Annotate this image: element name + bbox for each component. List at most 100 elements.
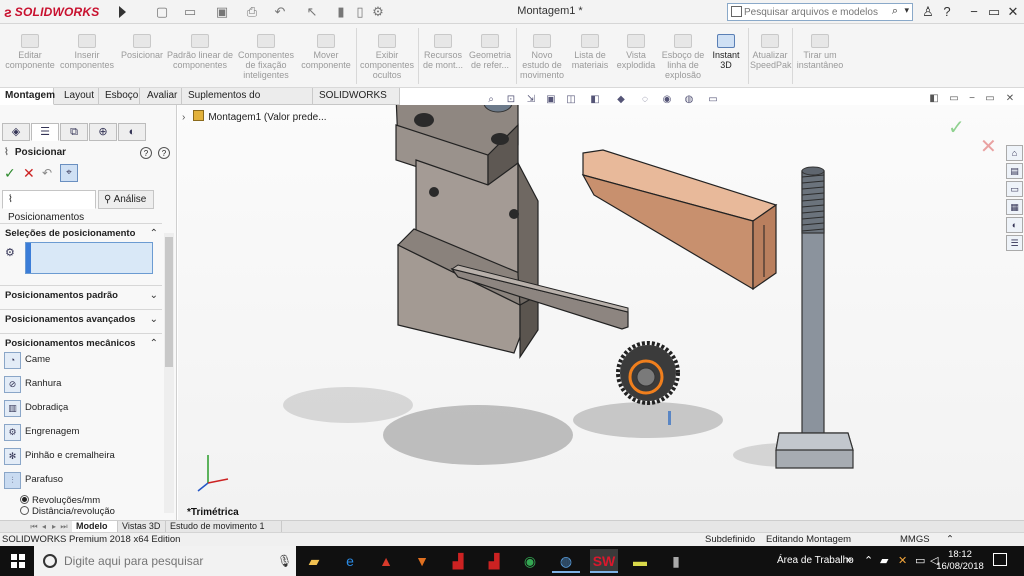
undo-button[interactable]: ↶ — [42, 166, 52, 180]
units-dropdown-icon[interactable]: ⌃ — [946, 533, 954, 546]
file-properties-icon[interactable]: ▯ — [352, 4, 368, 20]
chevron-down-icon[interactable]: ⌄ — [150, 310, 158, 330]
select-icon[interactable]: ↖ — [304, 4, 320, 20]
hide-show-icon[interactable]: ◌ — [638, 93, 652, 107]
configuration-manager-icon[interactable]: ⧉ — [60, 123, 88, 141]
tab-analise[interactable]: ⚲ Análise — [98, 190, 154, 209]
graphics-area[interactable] — [178, 105, 1024, 520]
wedge-part[interactable] — [581, 149, 778, 291]
save-icon[interactable]: ▣ — [214, 4, 230, 20]
chrome-app-icon[interactable]: ◉ — [516, 549, 544, 573]
search-input[interactable] — [744, 5, 894, 19]
confirm-cancel-icon[interactable]: ✕ — [980, 134, 997, 159]
viewport-split-icon[interactable]: ◧ — [928, 93, 940, 105]
reference-geometry-button[interactable]: Geometria de refer... — [466, 26, 514, 86]
home-icon[interactable]: ⌂ — [1006, 145, 1023, 161]
take-snapshot-button[interactable]: Tirar um instantâneo — [794, 26, 846, 86]
expand-arrow-icon[interactable]: › — [182, 112, 185, 123]
prev-tab-icon[interactable]: ◂ — [40, 522, 48, 531]
zoom-area-icon[interactable]: ⊡ — [504, 93, 518, 107]
first-tab-icon[interactable]: ⏮ — [30, 522, 38, 531]
adobe-app-icon[interactable]: ▟ — [444, 549, 472, 573]
mate-hinge[interactable]: ▥ Dobradiça — [4, 399, 154, 419]
units-status[interactable]: MMGS — [900, 533, 930, 546]
radio-distance-per-revolution[interactable]: Distância/revolução — [20, 506, 115, 517]
open-icon[interactable]: ▭ — [182, 4, 198, 20]
previous-view-icon[interactable]: ⇲ — [524, 93, 538, 107]
help-detail-icon[interactable]: ? — [140, 147, 152, 159]
explode-line-sketch-button[interactable]: Esboço de linha de explosão — [660, 26, 706, 86]
screw-rod-part[interactable] — [775, 166, 854, 469]
zoom-to-fit-icon[interactable]: ⌕ — [484, 93, 498, 107]
insert-components-button[interactable]: Inserir componentes — [58, 26, 116, 86]
network-icon[interactable]: ▭ — [915, 554, 925, 567]
bill-of-materials-button[interactable]: Lista de materiais — [568, 26, 612, 86]
section-advanced-mates[interactable]: Posicionamentos avançados ⌄ — [0, 309, 162, 329]
chevron-up-icon[interactable]: ⌃ — [150, 224, 158, 244]
radio-dot[interactable] — [20, 495, 29, 504]
block-part[interactable] — [395, 105, 539, 359]
tab-montagem[interactable]: Montagem — [0, 88, 55, 105]
feature-tree-root[interactable]: › Montagem1 (Valor prede... — [182, 110, 327, 123]
edge-app-icon[interactable]: e — [336, 549, 364, 573]
exploded-view-button[interactable]: Vista explodida — [614, 26, 658, 86]
viewport-maximize-icon[interactable]: ▭ — [984, 93, 996, 105]
new-motion-study-button[interactable]: Novo estudo de movimento — [518, 26, 566, 86]
view-settings-icon[interactable]: ▭ — [706, 93, 720, 107]
display-manager-icon[interactable]: ◐ — [118, 123, 146, 141]
help-icon[interactable]: ? — [938, 3, 956, 21]
notification-center-icon[interactable] — [993, 553, 1007, 566]
solidworks-app-icon[interactable]: SW — [590, 549, 618, 573]
tray-app-icon[interactable]: ▰ — [880, 554, 888, 567]
section-mechanical-mates[interactable]: Posicionamentos mecânicos ⌃ — [0, 333, 162, 353]
taskbar-search[interactable]: 🎙 — [34, 546, 296, 576]
search-box[interactable]: ⌕ ▾ — [727, 3, 913, 21]
smart-fasteners-button[interactable]: Componentes de fixação inteligentes — [236, 26, 296, 86]
design-library-icon[interactable]: ▤ — [1006, 163, 1023, 179]
panel-scrollbar[interactable] — [164, 233, 174, 513]
pin-button[interactable]: ⌖ — [60, 164, 78, 182]
adobe-app-icon-2[interactable]: ▟ — [480, 549, 508, 573]
microphone-icon[interactable]: 🎙 — [277, 554, 292, 568]
tab-esboco[interactable]: Esboço — [100, 88, 140, 105]
move-component-button[interactable]: Mover componente — [298, 26, 354, 86]
clock[interactable]: 18:12 16/08/2018 — [936, 549, 984, 573]
mate-slot[interactable]: ⊘ Ranhura — [4, 375, 154, 395]
scene-icon[interactable]: ◍ — [682, 93, 696, 107]
cancel-button[interactable]: ✕ — [23, 165, 35, 182]
taskbar-search-input[interactable] — [64, 553, 264, 569]
feature-manager-icon[interactable]: ◈ — [2, 123, 30, 141]
search-icon[interactable]: ⌕ — [892, 5, 898, 18]
confirm-ok-icon[interactable]: ✓ — [948, 115, 965, 140]
autocad-app-icon[interactable]: ▲ — [372, 549, 400, 573]
radio-dot[interactable] — [20, 506, 29, 515]
viewport-close-icon[interactable]: ✕ — [1004, 93, 1016, 105]
solidworks-logo[interactable]: ƨ SOLIDWORKS — [4, 3, 99, 21]
section-selections[interactable]: Seleções de posicionamento ⌃ — [0, 223, 162, 243]
instant-3d-button[interactable]: Instant 3D — [708, 26, 744, 86]
start-button[interactable] — [0, 546, 34, 576]
mate-gear[interactable]: ⚙ Engrenagem — [4, 423, 154, 443]
recorder-app-icon[interactable]: ▮ — [662, 549, 690, 573]
ok-button[interactable]: ✓ — [4, 165, 16, 182]
rebuild-icon[interactable]: ▮ — [333, 4, 349, 20]
linear-pattern-button[interactable]: Padrão linear de componentes — [166, 26, 234, 86]
tab-posicionamentos[interactable]: ⌇ Posicionamentos — [2, 190, 96, 223]
scrollbar-thumb[interactable] — [165, 237, 173, 367]
mate-cam[interactable]: ◔ Came — [4, 351, 154, 371]
appearance-icon[interactable]: ◉ — [660, 93, 674, 107]
viewport-restore-icon[interactable]: ▭ — [948, 93, 960, 105]
inventor-app-icon[interactable]: ▼ — [408, 549, 436, 573]
view-palette-icon[interactable]: ▦ — [1006, 199, 1023, 215]
mate-rack-pinion[interactable]: ✻ Pinhão e cremalheira — [4, 447, 154, 467]
assembly-features-button[interactable]: Recursos de mont... — [420, 26, 466, 86]
tab-suplementos[interactable]: Suplementos do SOLIDWORKS — [183, 88, 313, 117]
close-icon[interactable]: ✕ — [1004, 3, 1022, 21]
restore-icon[interactable]: ▭ — [985, 3, 1003, 21]
chevron-down-icon[interactable]: ▾ — [904, 5, 909, 16]
network-app-icon[interactable]: ◍ — [552, 549, 580, 573]
undo-icon[interactable]: ↶ — [272, 4, 288, 20]
show-hidden-components-button[interactable]: Exibir componentes ocultos — [358, 26, 416, 86]
chevron-up-icon[interactable]: ⌃ — [864, 554, 873, 567]
help-icon[interactable]: ? — [158, 147, 170, 159]
